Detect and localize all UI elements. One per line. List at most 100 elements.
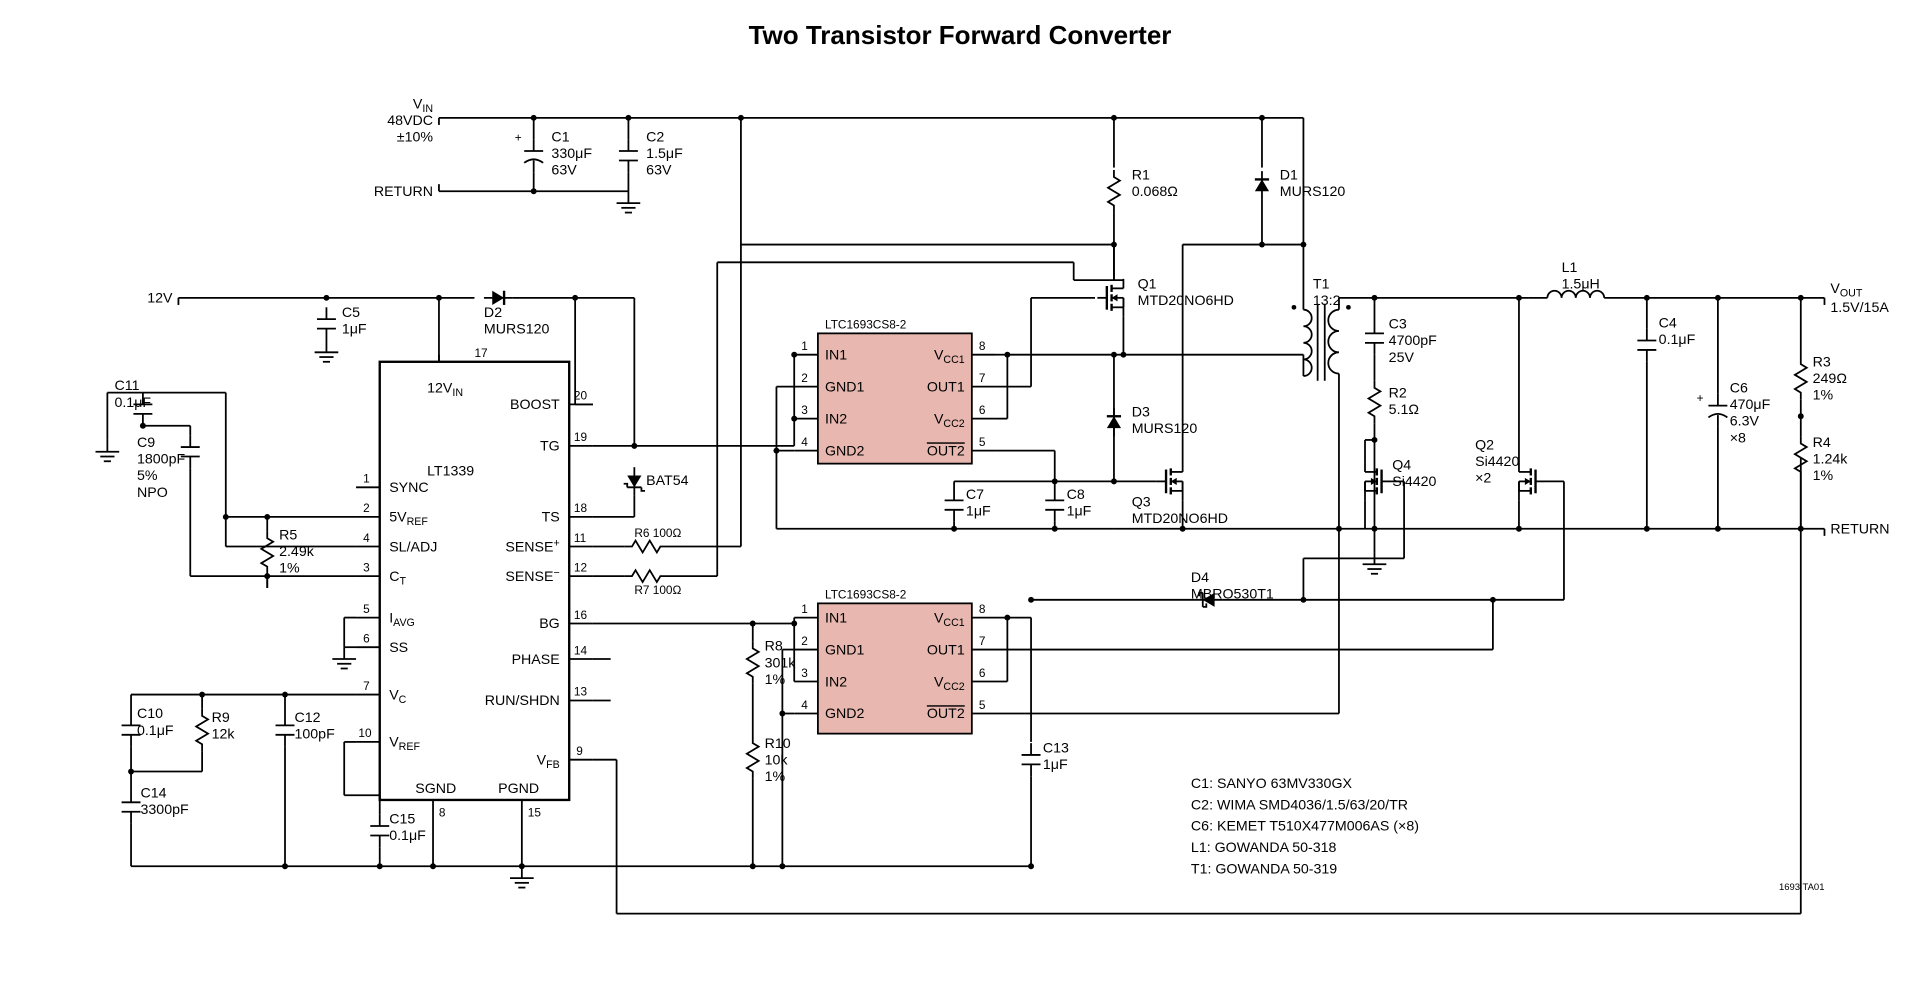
svg-text:GND2: GND2 — [825, 443, 865, 459]
cap-C1 — [524, 139, 543, 172]
C9-val: 1800pF — [137, 452, 185, 468]
R5-tol: 1% — [279, 561, 300, 577]
svg-text:5: 5 — [979, 698, 986, 712]
res-R3 — [1795, 357, 1807, 400]
bat54-label: BAT54 — [646, 473, 688, 489]
schematic-title: Two Transistor Forward Converter — [20, 20, 1900, 51]
res-R9 — [196, 709, 208, 752]
bom-l1: C1: SANYO 63MV330GX — [1191, 776, 1353, 792]
svg-text:7: 7 — [979, 371, 986, 385]
T1-ref: T1 — [1313, 276, 1330, 292]
svg-text:IN2: IN2 — [825, 411, 847, 427]
C5-val: 1μF — [342, 321, 367, 337]
gnd-icon — [510, 866, 534, 887]
res-R8 — [747, 641, 759, 684]
cap-C8 — [1045, 489, 1064, 522]
svg-text:12: 12 — [574, 560, 587, 574]
vin-tol: ±10% — [397, 130, 434, 146]
Q2-ref: Q2 — [1475, 437, 1494, 453]
svg-text:20: 20 — [574, 389, 588, 403]
C2-ref: C2 — [646, 130, 664, 146]
transformer-T1 — [1292, 304, 1351, 381]
diode-D1 — [1255, 171, 1269, 199]
driver2-name: LTC1693CS8-2 — [825, 588, 906, 602]
T1-val: 13:2 — [1313, 293, 1341, 309]
svg-text:11: 11 — [574, 531, 586, 545]
C12-ref: C12 — [294, 710, 320, 726]
L1-val: 1.5μH — [1562, 276, 1600, 292]
gnd-icon — [96, 440, 120, 461]
driver1-name: LTC1693CS8-2 — [825, 318, 906, 332]
svg-text:1: 1 — [363, 472, 370, 486]
drawing-id: 1693 TA01 — [1779, 882, 1824, 893]
svg-text:OUT1: OUT1 — [927, 642, 965, 658]
cap-C3 — [1365, 322, 1384, 355]
R7-ref: R7 100Ω — [634, 583, 681, 597]
vout-label: VOUT — [1830, 281, 1862, 300]
R4-val: 1.24k — [1813, 452, 1849, 468]
pgnd-label: PGND — [498, 781, 539, 797]
bom-l2: C2: WIMA SMD4036/1.5/63/20/TR — [1191, 797, 1408, 813]
C7-ref: C7 — [966, 487, 984, 503]
R4-tol: 1% — [1813, 468, 1834, 484]
C7-val: 1μF — [966, 504, 991, 520]
C6-mult: ×8 — [1730, 430, 1746, 446]
res-R10 — [747, 736, 759, 779]
C1-v: 63V — [551, 163, 577, 179]
svg-text:7: 7 — [363, 679, 370, 693]
D2-val: MURS120 — [484, 321, 550, 337]
svg-text:5: 5 — [979, 435, 986, 449]
mosfet-Q4 — [1365, 462, 1391, 500]
Q3-val: MTD20NO6HD — [1132, 511, 1228, 527]
svg-text:9: 9 — [576, 744, 583, 758]
svg-text:4: 4 — [363, 531, 370, 545]
bom-l4: L1: GOWANDA 50-318 — [1191, 840, 1337, 856]
v12-label: 12V — [147, 291, 173, 307]
diode-D3 — [1107, 408, 1121, 436]
C12-val: 100pF — [294, 726, 335, 742]
svg-text:IN1: IN1 — [825, 610, 847, 626]
R5-ref: R5 — [279, 527, 297, 543]
svg-text:8: 8 — [979, 602, 986, 616]
return2-label: RETURN — [1830, 522, 1889, 538]
vin-value: 48VDC — [387, 113, 433, 129]
pin15: 15 — [528, 806, 542, 820]
svg-text:6: 6 — [363, 631, 370, 645]
R3-val: 249Ω — [1813, 371, 1847, 387]
svg-text:16: 16 — [574, 608, 588, 622]
C3-val: 4700pF — [1389, 333, 1437, 349]
svg-text:BOOST: BOOST — [510, 397, 560, 413]
cap-C2 — [619, 139, 638, 172]
cap-C13 — [1022, 743, 1041, 776]
bom-l3: C6: KEMET T510X477M006AS (×8) — [1191, 819, 1419, 835]
svg-text:SS: SS — [389, 640, 408, 656]
R9-val: 12k — [212, 726, 236, 742]
R3-tol: 1% — [1813, 388, 1834, 404]
R8-val: 301k — [765, 655, 797, 671]
C8-val: 1μF — [1067, 504, 1092, 520]
svg-text:2: 2 — [363, 501, 370, 515]
svg-text:RUN/SHDN: RUN/SHDN — [485, 693, 560, 709]
R10-ref: R10 — [765, 736, 791, 752]
bom-l5: T1: GOWANDA 50-319 — [1191, 861, 1337, 877]
D4-ref: D4 — [1191, 570, 1209, 586]
svg-text:5: 5 — [363, 602, 370, 616]
D2-ref: D2 — [484, 305, 502, 321]
C4-ref: C4 — [1659, 315, 1677, 331]
svg-text:3: 3 — [801, 403, 808, 417]
vout-val: 1.5V/15A — [1830, 300, 1889, 316]
svg-text:GND1: GND1 — [825, 642, 865, 658]
svg-text:18: 18 — [574, 501, 588, 515]
mosfet-Q2 — [1519, 462, 1545, 500]
svg-text:SENSE−: SENSE− — [505, 567, 559, 585]
lt1339-name: LT1339 — [427, 463, 474, 479]
pin8: 8 — [439, 806, 446, 820]
cap-C15 — [370, 814, 389, 847]
svg-text:6: 6 — [979, 666, 986, 680]
res-R2 — [1369, 381, 1381, 424]
svg-text:TS: TS — [542, 510, 560, 526]
diode-D2 — [484, 291, 512, 305]
svg-text:13: 13 — [574, 685, 588, 699]
cap-C6 — [1708, 394, 1727, 427]
res-R7 — [625, 570, 668, 582]
